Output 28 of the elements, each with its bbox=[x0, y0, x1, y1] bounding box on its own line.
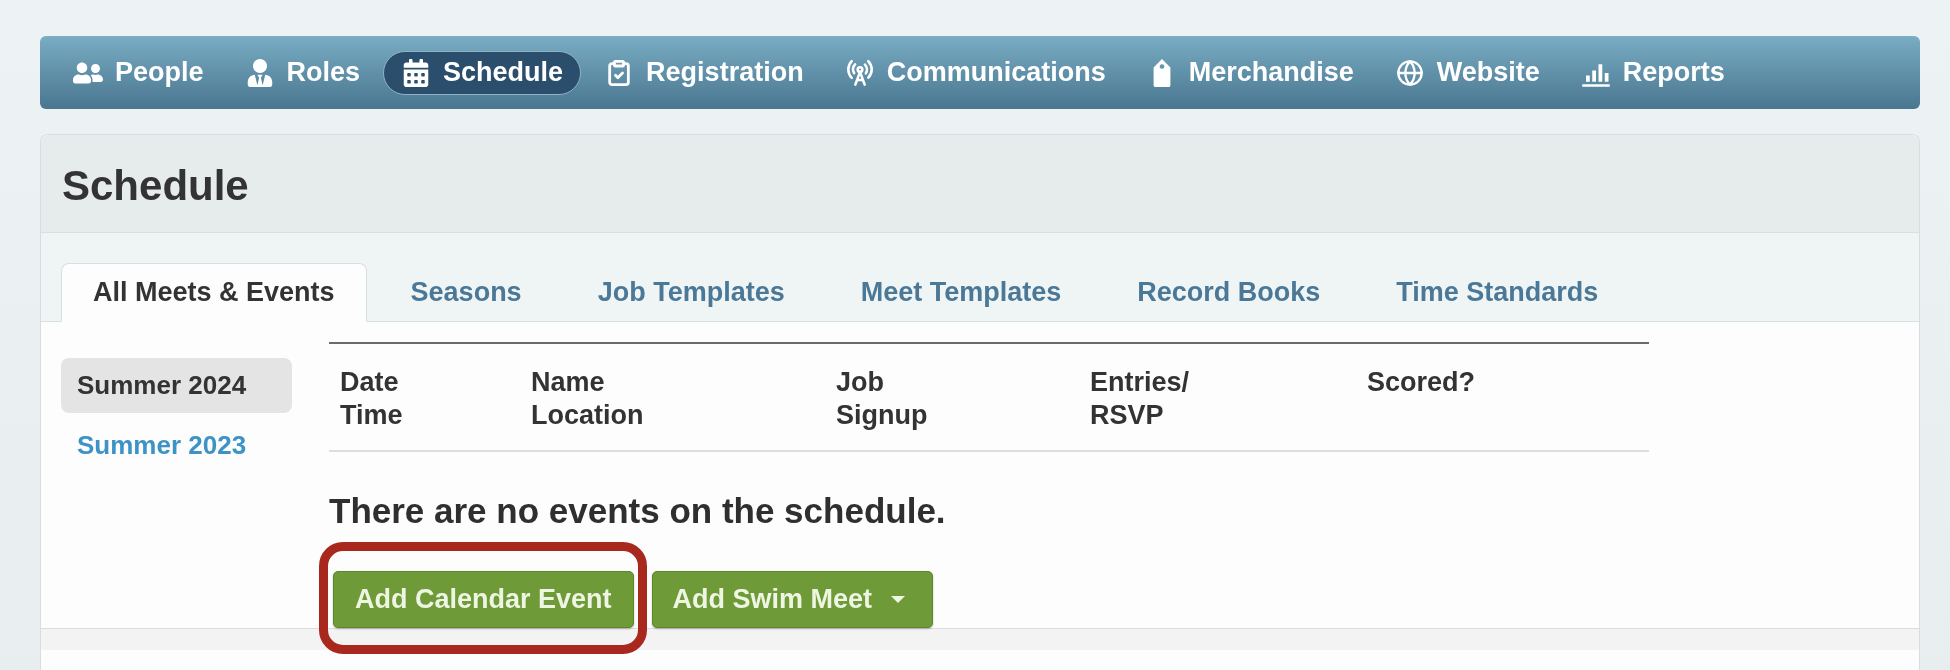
tab[interactable]: Meet Templates bbox=[828, 263, 1094, 322]
caret-icon bbox=[891, 596, 906, 603]
dropdown-button[interactable]: Add Swim Meet bbox=[651, 571, 934, 628]
nav-link[interactable]: Website bbox=[1376, 50, 1558, 95]
nav-link[interactable]: Registration bbox=[586, 50, 822, 95]
action-button[interactable]: Add Calendar Event bbox=[333, 571, 634, 628]
nav-link[interactable]: Communications bbox=[826, 50, 1124, 95]
season-link[interactable]: Summer 2024 bbox=[61, 358, 292, 413]
column-header: Date Time bbox=[340, 366, 404, 432]
nav-link[interactable]: Roles bbox=[226, 50, 379, 95]
nav-link[interactable]: Schedule bbox=[383, 50, 582, 95]
tab[interactable]: Job Templates bbox=[565, 263, 817, 322]
column-header: Name Location bbox=[531, 366, 645, 432]
tab[interactable]: Time Standards bbox=[1364, 263, 1631, 322]
season-link[interactable]: Summer 2023 bbox=[61, 418, 292, 473]
nav-link[interactable]: People bbox=[55, 50, 222, 95]
tab[interactable]: Record Books bbox=[1105, 263, 1353, 322]
nav-link[interactable]: Merchandise bbox=[1128, 50, 1372, 95]
column-header: Scored? bbox=[1367, 366, 1477, 399]
antenna-tower-icon bbox=[844, 58, 875, 87]
page-title: Schedule bbox=[62, 161, 249, 211]
nav-link[interactable]: Reports bbox=[1562, 50, 1743, 95]
column-header: Job Signup bbox=[836, 366, 929, 432]
globe-icon bbox=[1394, 58, 1425, 87]
tab[interactable]: Seasons bbox=[378, 263, 554, 322]
tab[interactable]: All Meets & Events bbox=[61, 263, 367, 322]
empty-message: There are no events on the schedule. bbox=[329, 491, 947, 531]
column-header: Entries/ RSVP bbox=[1090, 366, 1191, 432]
